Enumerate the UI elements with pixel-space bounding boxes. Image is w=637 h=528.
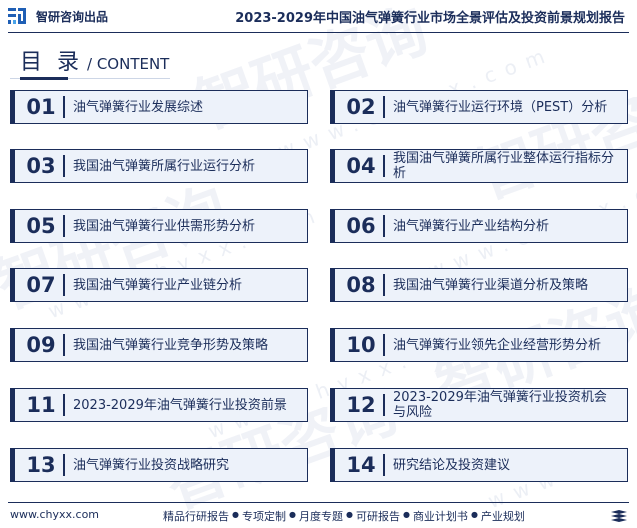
stack-icon — [611, 510, 627, 522]
brand-name: 智研咨询出品 — [36, 10, 109, 24]
toc-item[interactable]: 05 我国油气弹簧行业供需形势分析 — [10, 209, 308, 243]
toc-item[interactable]: 12 2023-2029年油气弹簧行业投资机会与风险 — [330, 388, 628, 422]
toc-item[interactable]: 01 油气弹簧行业发展综述 — [10, 90, 308, 124]
watermark: 智研咨询 — [467, 64, 637, 213]
toc-item-number: 06 — [346, 214, 376, 238]
toc-item-label: 我国油气弹簧行业竞争形势及策略 — [73, 337, 269, 353]
bullet-icon: ● — [232, 510, 239, 519]
toc-item-label: 油气弹簧行业领先企业经营形势分析 — [393, 337, 602, 353]
divider — [63, 155, 65, 177]
divider — [383, 215, 385, 237]
divider — [383, 96, 385, 118]
toc-title-en: / CONTENT — [87, 55, 170, 73]
footer-divider — [8, 502, 629, 503]
toc-item[interactable]: 06 油气弹簧行业产业结构分析 — [330, 209, 628, 243]
toc-item-label: 油气弹簧行业运行环境（PEST）分析 — [393, 99, 608, 115]
divider — [63, 215, 65, 237]
toc-item-label: 我国油气弹簧所属行业运行分析 — [73, 158, 256, 174]
page-header: 智研咨询出品 2023-2029年中国油气弹簧行业市场全景评估及投资前景规划报告 — [0, 0, 637, 34]
toc-item-number: 04 — [346, 154, 376, 178]
toc-item-number: 01 — [26, 95, 56, 119]
toc-item-number: 10 — [346, 333, 376, 357]
footer-url[interactable]: www.chyxx.com — [10, 508, 99, 521]
toc-title-zh: 目 录 — [20, 50, 83, 75]
header-divider — [8, 32, 629, 33]
report-title: 2023-2029年中国油气弹簧行业市场全景评估及投资前景规划报告 — [235, 11, 625, 26]
divider — [383, 454, 385, 476]
bullet-icon: ● — [345, 510, 353, 519]
divider — [383, 274, 385, 296]
toc-item[interactable]: 14 研究结论及投资建议 — [330, 448, 628, 482]
service-item: 可研报告 — [355, 510, 400, 523]
zhiyan-logo-icon — [8, 8, 26, 24]
toc-item[interactable]: 07 我国油气弹簧行业产业链分析 — [10, 268, 308, 302]
toc-item-number: 03 — [26, 154, 56, 178]
toc-item[interactable]: 02 油气弹簧行业运行环境（PEST）分析 — [330, 90, 628, 124]
toc-title: 目 录 / CONTENT — [20, 44, 169, 76]
service-item: 专项定制 — [241, 510, 286, 523]
toc-item[interactable]: 10 油气弹簧行业领先企业经营形势分析 — [330, 328, 628, 362]
divider — [63, 334, 65, 356]
toc-item[interactable]: 09 我国油气弹簧行业竞争形势及策略 — [10, 328, 308, 362]
toc-item-label: 油气弹簧行业产业结构分析 — [393, 218, 550, 234]
toc-item-label: 我国油气弹簧所属行业整体运行指标分析 — [393, 151, 615, 181]
toc-item[interactable]: 11 2023-2029年油气弹簧行业投资前景 — [10, 388, 308, 422]
bullet-icon: ● — [470, 510, 478, 519]
toc-item-number: 12 — [346, 393, 376, 417]
toc-item-label: 2023-2029年油气弹簧行业投资前景 — [73, 397, 287, 413]
service-item: 精品行研报告 — [163, 510, 229, 523]
toc-item-label: 研究结论及投资建议 — [393, 457, 511, 473]
toc-item-label: 我国油气弹簧行业供需形势分析 — [73, 218, 256, 234]
toc-item-number: 14 — [346, 453, 376, 477]
toc-item-label: 我国油气弹簧行业渠道分析及策略 — [393, 277, 589, 293]
service-item: 月度专题 — [298, 510, 343, 523]
toc-item[interactable]: 03 我国油气弹簧所属行业运行分析 — [10, 149, 308, 183]
toc-item-label: 油气弹簧行业发展综述 — [73, 99, 204, 115]
toc-item-number: 05 — [26, 214, 56, 238]
watermark: 智研咨询 — [152, 362, 407, 526]
toc-item-number: 09 — [26, 333, 56, 357]
bullet-icon: ● — [402, 510, 410, 519]
toc-item[interactable]: 08 我国油气弹簧行业渠道分析及策略 — [330, 268, 628, 302]
divider — [63, 394, 65, 416]
divider — [383, 155, 385, 177]
divider — [63, 274, 65, 296]
service-item: 商业计划书 — [412, 510, 468, 523]
footer-services: 精品行研报告 ● 专项定制 ● 月度专题 ● 可研报告 ● 商业计划书 ● 产业… — [163, 508, 525, 524]
toc-item-number: 02 — [346, 95, 376, 119]
divider — [63, 454, 65, 476]
divider — [63, 96, 65, 118]
toc-item-label: 油气弹簧行业投资战略研究 — [73, 457, 230, 473]
toc-item-number: 08 — [346, 273, 376, 297]
toc-item-number: 07 — [26, 273, 56, 297]
toc-item-number: 11 — [26, 393, 56, 417]
divider — [383, 334, 385, 356]
toc-item-number: 13 — [26, 453, 56, 477]
bullet-icon: ● — [288, 510, 296, 519]
divider — [383, 394, 385, 416]
toc-item[interactable]: 13 油气弹簧行业投资战略研究 — [10, 448, 308, 482]
toc-item-label: 2023-2029年油气弹簧行业投资机会与风险 — [393, 390, 607, 420]
service-item: 产业规划 — [480, 510, 525, 523]
toc-item[interactable]: 04 我国油气弹簧所属行业整体运行指标分析 — [330, 149, 628, 183]
title-underline-accent — [20, 77, 68, 80]
toc-item-label: 我国油气弹簧行业产业链分析 — [73, 277, 243, 293]
